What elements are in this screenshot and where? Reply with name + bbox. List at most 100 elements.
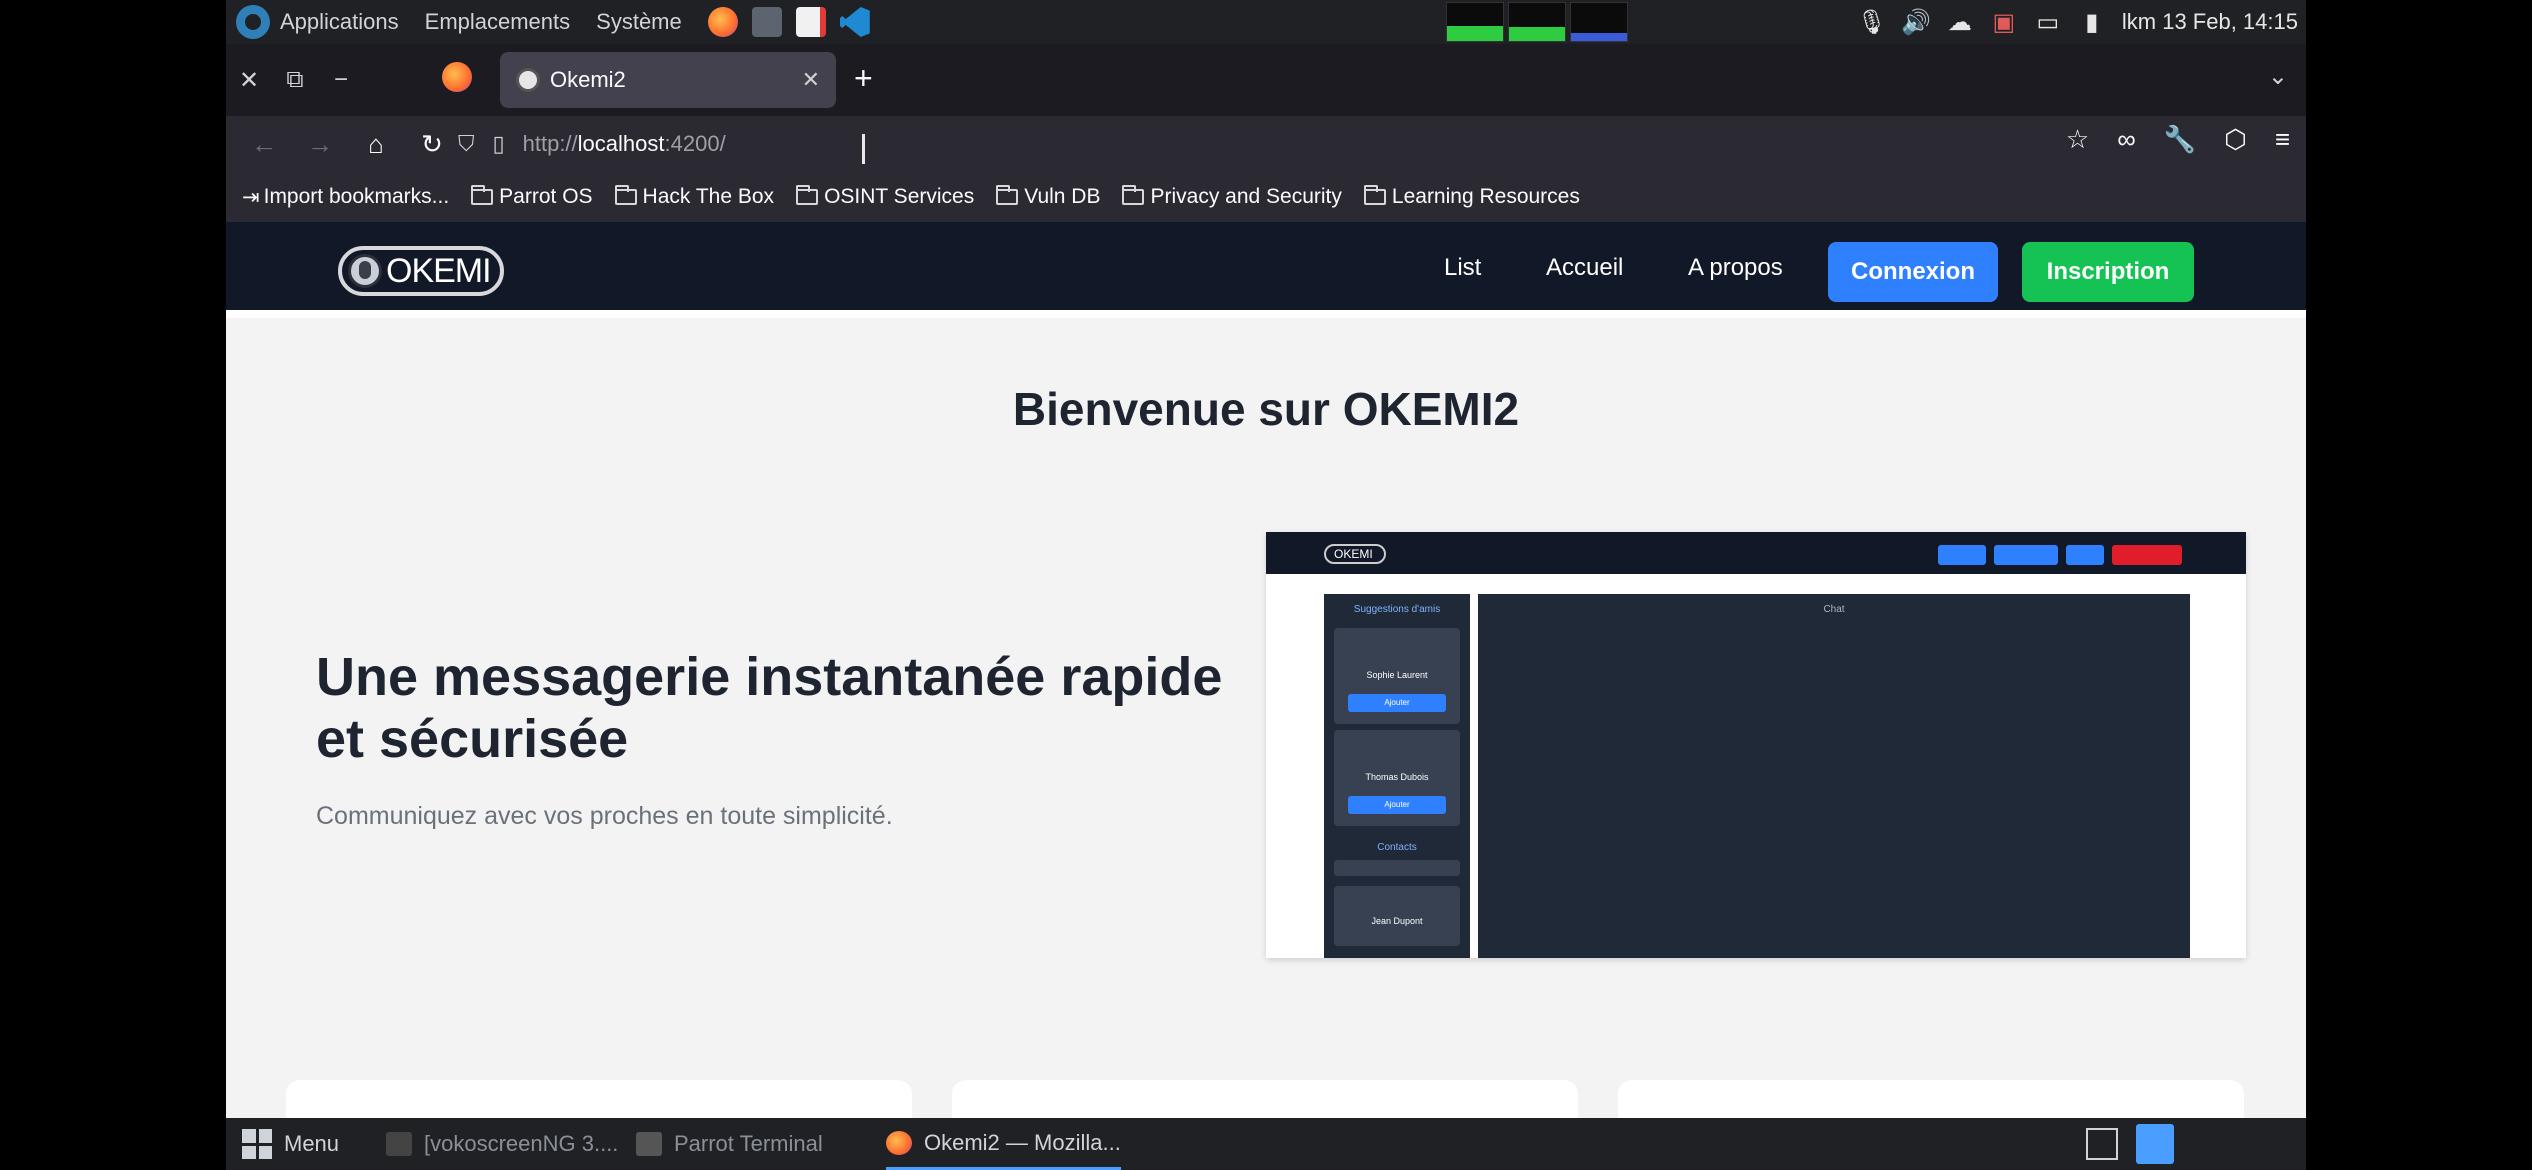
document-launcher-icon[interactable] [795, 7, 826, 37]
folder-icon [996, 185, 1019, 205]
cpu-graph [1446, 2, 1504, 42]
vscode-launcher-icon[interactable] [839, 7, 870, 37]
active-workspace-icon[interactable] [2136, 1124, 2174, 1164]
new-tab-icon[interactable]: + [854, 60, 873, 97]
inscription-button[interactable]: Inscription [2022, 242, 2194, 302]
import-icon: ⇥ [242, 185, 260, 209]
folder-icon [614, 185, 637, 205]
hero-subtitle: Communiquez avec vos proches en toute si… [316, 802, 893, 830]
preview-logo: OKEMI [1324, 544, 1386, 564]
preview-sidebar: Suggestions d'amis Sophie Laurent Ajoute… [1324, 594, 1470, 958]
preview-contact-card: Jean Dupont [1334, 886, 1460, 946]
preview-friend-card: Thomas Dubois Ajouter [1334, 730, 1460, 826]
preview-chat-title: Chat [1823, 604, 1845, 615]
firefox-icon [886, 1130, 912, 1155]
folder-icon [471, 185, 494, 205]
browser-tab-bar: ✕ ⧉ − Okemi2 ✕ + ⌄ [226, 44, 2306, 116]
browser-tab-okemi2[interactable]: Okemi2 ✕ [500, 52, 836, 108]
extension-infinity-icon[interactable]: ∞ [2117, 124, 2136, 155]
system-top-bar: Applications Emplacements Système 🎙 🔊 ☁ … [226, 0, 2306, 44]
system-tray: 🎙 🔊 ☁ ▣ ▭ ▮ lkm 13 Feb, 14:15 [1857, 0, 2298, 44]
terminal-icon [636, 1132, 662, 1156]
bookmarks-bar: ⇥ Import bookmarks... Parrot OS Hack The … [226, 172, 2306, 222]
network-graph [1570, 2, 1628, 42]
preview-navbar: OKEMI [1266, 532, 2246, 574]
site-navbar: OKEMI List Accueil A propos Connexion In… [226, 222, 2306, 318]
taskbar-menu-button[interactable]: Menu [242, 1118, 339, 1170]
home-icon[interactable]: ⌂ [348, 129, 404, 160]
bookmark-vuln-db[interactable]: Vuln DB [996, 185, 1100, 209]
battery-icon[interactable]: ▮ [2078, 8, 2106, 36]
vokoscreen-icon [386, 1132, 412, 1156]
tab-title: Okemi2 [550, 67, 626, 92]
url-bar[interactable]: ⛉ ▯ http://localhost:4200/ [458, 122, 2018, 166]
menu-grid-icon [242, 1129, 272, 1159]
tab-close-icon[interactable]: ✕ [802, 67, 820, 93]
back-icon[interactable]: ← [236, 129, 292, 160]
tab-favicon-icon [516, 68, 540, 92]
app-preview-image: OKEMI Suggestions d'amis Sophie Laurent … [1266, 532, 2246, 958]
close-window-icon[interactable]: ✕ [226, 66, 272, 95]
preview-button-profil [2066, 545, 2104, 565]
site-logo[interactable]: OKEMI [338, 246, 504, 296]
web-page: OKEMI List Accueil A propos Connexion In… [226, 222, 2306, 1118]
folder-icon [1122, 185, 1145, 205]
firefox-launcher-icon[interactable] [707, 7, 738, 37]
bookmark-osint-services[interactable]: OSINT Services [796, 185, 974, 209]
bookmark-hack-the-box[interactable]: Hack The Box [614, 185, 774, 209]
hamburger-menu-icon[interactable]: ≡ [2275, 124, 2290, 155]
nav-toolbar-right: ☆ ∞ 🔧 ⬡ ≡ [2066, 124, 2290, 155]
tab-list-chevron-icon[interactable]: ⌄ [2268, 62, 2288, 91]
browser-nav-bar: ← → ⌂ ↻ ⛉ ▯ http://localhost:4200/ ☆ ∞ 🔧… [226, 116, 2306, 172]
preview-button-deconnexion [2112, 545, 2182, 565]
bookmark-learning-resources[interactable]: Learning Resources [1363, 185, 1580, 209]
connexion-button[interactable]: Connexion [1828, 242, 1998, 302]
nav-link-list[interactable]: List [1444, 254, 1481, 282]
system-menu-applications[interactable]: Applications [280, 9, 399, 35]
bookmark-parrot-os[interactable]: Parrot OS [471, 185, 593, 209]
restore-window-icon[interactable]: ⧉ [272, 66, 318, 94]
clock[interactable]: lkm 13 Feb, 14:15 [2122, 9, 2298, 35]
feature-card [952, 1080, 1578, 1118]
taskbar-item-vokoscreen[interactable]: [vokoscreenNG 3.... [386, 1118, 618, 1170]
taskbar-item-terminal[interactable]: Parrot Terminal [636, 1118, 823, 1170]
screen-recorder-icon[interactable]: ▣ [1990, 8, 2018, 36]
wrench-icon[interactable]: 🔧 [2164, 124, 2196, 155]
preview-suggestions-title: Suggestions d'amis [1353, 604, 1441, 615]
preview-contacts-title: Contacts [1377, 842, 1417, 853]
microphone-icon[interactable]: 🎙 [1857, 8, 1887, 36]
nav-link-a-propos[interactable]: A propos [1688, 254, 1783, 282]
preview-chat-panel: Chat [1478, 594, 2190, 958]
extensions-icon[interactable]: ⬡ [2224, 124, 2247, 155]
system-menu-system[interactable]: Système [596, 9, 682, 35]
hero-title: Une messagerie instantanée rapide et séc… [316, 647, 1223, 769]
firefox-view-icon[interactable] [442, 62, 472, 92]
page-info-icon[interactable]: ▯ [493, 131, 505, 157]
preview-friend-card: Sophie Laurent Ajouter [1334, 628, 1460, 724]
nav-link-accueil[interactable]: Accueil [1546, 254, 1623, 282]
bookmark-import[interactable]: ⇥ Import bookmarks... [242, 185, 449, 210]
logo-avatar-icon [348, 254, 382, 288]
tracking-protection-shield-icon[interactable]: ⛉ [458, 131, 475, 157]
cloud-icon[interactable]: ☁ [1946, 8, 1974, 36]
display-icon[interactable]: ▭ [2034, 8, 2062, 36]
bookmark-privacy-security[interactable]: Privacy and Security [1122, 185, 1342, 209]
system-menu-places[interactable]: Emplacements [425, 9, 571, 35]
reload-icon[interactable]: ↻ [404, 129, 460, 160]
minimize-window-icon[interactable]: − [318, 66, 364, 94]
system-monitor-graphs [1446, 2, 1628, 42]
bookmark-star-icon[interactable]: ☆ [2066, 124, 2089, 155]
feature-card [286, 1080, 912, 1118]
parrot-logo-icon[interactable] [236, 5, 270, 39]
folder-icon [796, 185, 819, 205]
volume-icon[interactable]: 🔊 [1901, 8, 1931, 36]
memory-graph [1508, 2, 1566, 42]
url-text[interactable]: http://localhost:4200/ [523, 131, 726, 157]
terminal-launcher-icon[interactable] [751, 7, 782, 37]
preview-search-input [1334, 860, 1460, 876]
taskbar-item-firefox[interactable]: Okemi2 — Mozilla... [886, 1118, 1121, 1170]
workspace-switcher-icon[interactable] [2086, 1128, 2118, 1160]
forward-icon[interactable]: → [292, 129, 348, 160]
feature-card [1618, 1080, 2244, 1118]
preview-button-accueil [1938, 545, 1986, 565]
